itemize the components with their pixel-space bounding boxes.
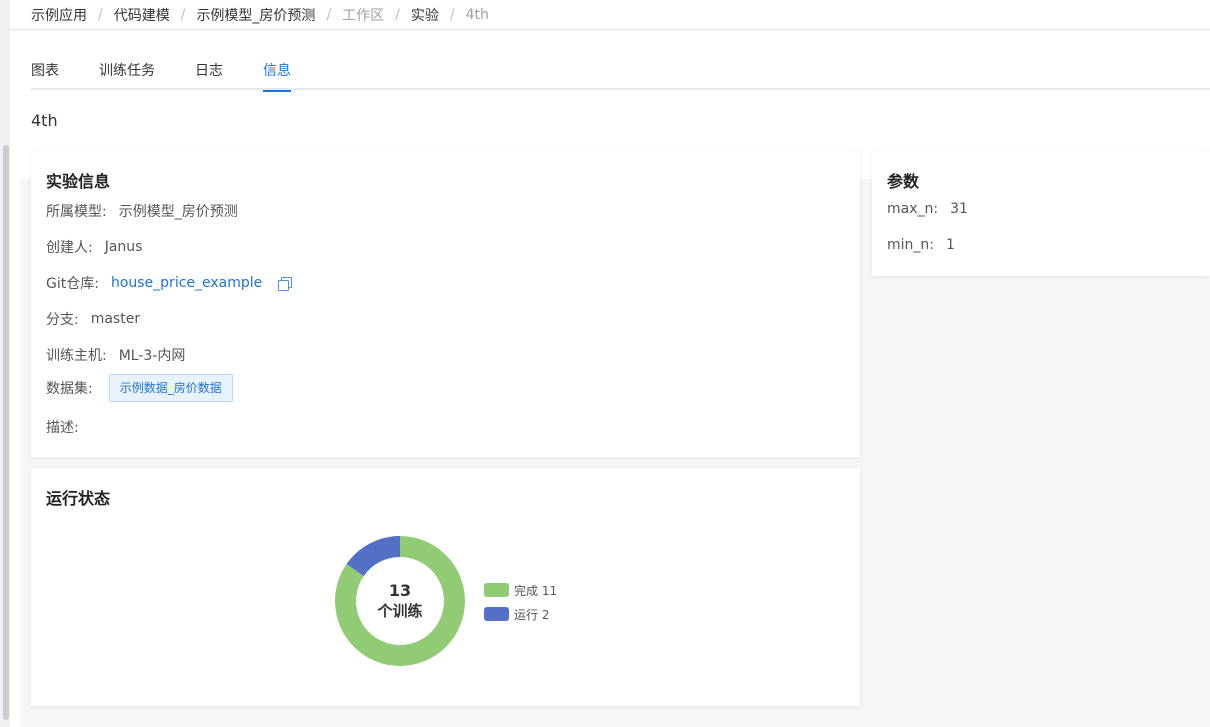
- creator-value: Janus: [104, 239, 143, 255]
- legend-label: 完成 11: [514, 583, 558, 598]
- dataset-row: 数据集: 示例数据_房价数据: [46, 374, 233, 402]
- creator-row: 创建人: Janus: [46, 237, 142, 257]
- dataset-tag[interactable]: 示例数据_房价数据: [108, 374, 233, 402]
- param-key: max_n:: [887, 201, 939, 217]
- breadcrumb-item-app[interactable]: 示例应用: [31, 5, 87, 25]
- donut-total-label: 个训练: [377, 602, 423, 620]
- card-title: 运行状态: [46, 489, 111, 508]
- creator-label: 创建人:: [46, 240, 93, 256]
- model-value: 示例模型_房价预测: [118, 204, 238, 220]
- git-row: Git仓库: house_price_example: [46, 273, 293, 293]
- experiment-info-card: 实验信息 所属模型: 示例模型_房价预测 创建人: Janus Git仓库: h…: [31, 151, 860, 457]
- param-row: max_n: 31: [887, 201, 968, 217]
- chart-legend: 完成 11 运行 2: [484, 578, 557, 626]
- donut-total: 13: [388, 581, 412, 600]
- main-content: 图表 训练任务 日志 信息 4th 实验信息 所属模型: 示例模型_房价预测 创…: [10, 31, 1210, 727]
- breadcrumb-separator: /: [449, 6, 455, 23]
- breadcrumb-item-modeling[interactable]: 代码建模: [114, 5, 170, 25]
- breadcrumb-separator: /: [395, 6, 400, 23]
- donut-chart: 13 个训练: [335, 536, 465, 666]
- param-key: min_n:: [887, 237, 934, 253]
- copy-icon[interactable]: [278, 276, 293, 291]
- params-card: 参数 max_n: 31 min_n: 1: [872, 151, 1210, 276]
- breadcrumb: 示例应用 / 代码建模 / 示例模型_房价预测 / 工作区 / 实验 / 4th: [10, 0, 1210, 30]
- breadcrumb-item-current: 4th: [465, 6, 489, 23]
- model-row: 所属模型: 示例模型_房价预测: [46, 201, 238, 221]
- host-row: 训练主机: ML-3-内网: [46, 345, 185, 365]
- scrollbar-thumb[interactable]: [3, 145, 9, 720]
- legend-swatch: [484, 583, 509, 597]
- breadcrumb-separator: /: [98, 6, 103, 23]
- legend-item-done[interactable]: 完成 11: [484, 578, 557, 602]
- branch-row: 分支: master: [46, 309, 140, 329]
- dataset-label: 数据集:: [46, 381, 93, 397]
- branch-label: 分支:: [46, 312, 79, 328]
- run-status-card: 运行状态 13 个训练 完成 11 运行 2: [31, 468, 860, 706]
- git-label: Git仓库:: [46, 276, 99, 292]
- tab-logs[interactable]: 日志: [195, 59, 223, 90]
- breadcrumb-separator: /: [180, 6, 186, 23]
- legend-label: 运行 2: [514, 607, 550, 622]
- param-value: 1: [946, 237, 955, 253]
- legend-item-running[interactable]: 运行 2: [484, 602, 557, 626]
- legend-swatch: [484, 607, 509, 621]
- desc-label: 描述:: [46, 420, 79, 436]
- breadcrumb-item-model[interactable]: 示例模型_房价预测: [196, 5, 315, 25]
- host-label: 训练主机:: [46, 348, 107, 364]
- card-title: 参数: [887, 172, 920, 191]
- tab-charts[interactable]: 图表: [31, 59, 59, 90]
- tab-training-tasks[interactable]: 训练任务: [99, 59, 155, 90]
- breadcrumb-item-experiment[interactable]: 实验: [411, 5, 439, 25]
- branch-value: master: [90, 311, 141, 327]
- param-value: 31: [950, 201, 968, 217]
- breadcrumb-item-workspace[interactable]: 工作区: [342, 5, 384, 25]
- donut-center: 13 个训练: [335, 536, 465, 666]
- breadcrumb-separator: /: [326, 6, 332, 23]
- git-repo-link[interactable]: house_price_example: [111, 275, 262, 291]
- card-title: 实验信息: [46, 172, 111, 191]
- tab-bar: 图表 训练任务 日志 信息: [31, 59, 1210, 92]
- desc-row: 描述:: [46, 417, 91, 437]
- left-edge: [0, 0, 10, 727]
- model-label: 所属模型:: [46, 204, 107, 220]
- param-row: min_n: 1: [887, 237, 955, 253]
- tab-info[interactable]: 信息: [263, 59, 291, 92]
- experiment-title: 4th: [31, 111, 58, 130]
- host-value: ML-3-内网: [118, 348, 186, 364]
